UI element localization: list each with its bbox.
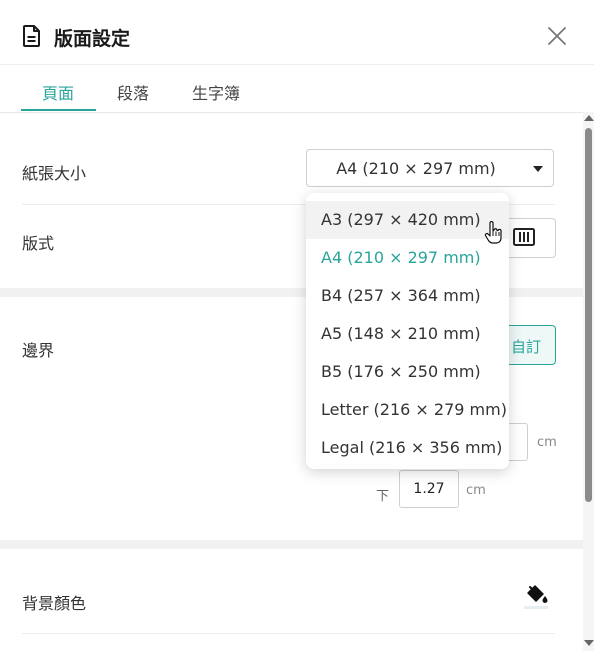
margin-bottom-label: 下: [376, 489, 390, 504]
paper-size-option-a4[interactable]: A4 (210 × 297 mm): [306, 239, 509, 277]
page-setup-dialog: 版面設定 頁面 段落 生字簿 紙張大小 A4 (210 × 297 mm) 版式: [0, 0, 594, 651]
paper-size-option-a3[interactable]: A3 (297 × 420 mm): [306, 201, 509, 239]
layout-label: 版式: [22, 234, 55, 253]
paper-size-dropdown: A3 (297 × 420 mm) A4 (210 × 297 mm) B4 (…: [306, 193, 509, 469]
paper-size-option-b4[interactable]: B4 (257 × 364 mm): [306, 277, 509, 315]
dialog-title: 版面設定: [54, 28, 131, 50]
tab-bar: 頁面 段落 生字簿: [0, 64, 594, 113]
section-separator: [0, 540, 583, 549]
margin-bottom-input[interactable]: 1.27: [399, 470, 459, 508]
margin-bottom-unit: cm: [466, 483, 486, 498]
scroll-down-arrow-icon[interactable]: [584, 640, 594, 646]
document-icon: [23, 25, 40, 47]
tab-page[interactable]: 頁面: [42, 80, 74, 104]
scroll-up-arrow-icon[interactable]: [584, 115, 594, 121]
hand-cursor-icon: [484, 221, 502, 244]
margins-label: 邊界: [22, 341, 55, 360]
close-icon[interactable]: [545, 24, 569, 48]
paper-size-option-legal[interactable]: Legal (216 × 356 mm): [306, 429, 509, 467]
margin-right-unit: cm: [537, 435, 557, 450]
active-tab-indicator: [21, 109, 96, 111]
tab-vocabulary-book[interactable]: 生字簿: [192, 80, 240, 104]
paper-size-value: A4 (210 × 297 mm): [336, 159, 496, 178]
row-divider: [22, 633, 555, 634]
paper-size-option-a5[interactable]: A5 (148 × 210 mm): [306, 315, 509, 353]
paper-size-option-letter[interactable]: Letter (216 × 279 mm): [306, 391, 509, 429]
chevron-down-icon: [533, 166, 543, 172]
tab-paragraph[interactable]: 段落: [117, 80, 149, 104]
layout-columns-icon: [513, 228, 535, 246]
background-color-label: 背景顏色: [22, 594, 87, 613]
paper-size-select[interactable]: A4 (210 × 297 mm): [306, 149, 554, 187]
dialog-header: 版面設定: [0, 0, 594, 64]
paper-size-label: 紙張大小: [22, 164, 87, 183]
paper-size-option-b5[interactable]: B5 (176 × 250 mm): [306, 353, 509, 391]
paint-bucket-icon[interactable]: [523, 582, 549, 610]
scrollbar-thumb[interactable]: [585, 128, 592, 502]
